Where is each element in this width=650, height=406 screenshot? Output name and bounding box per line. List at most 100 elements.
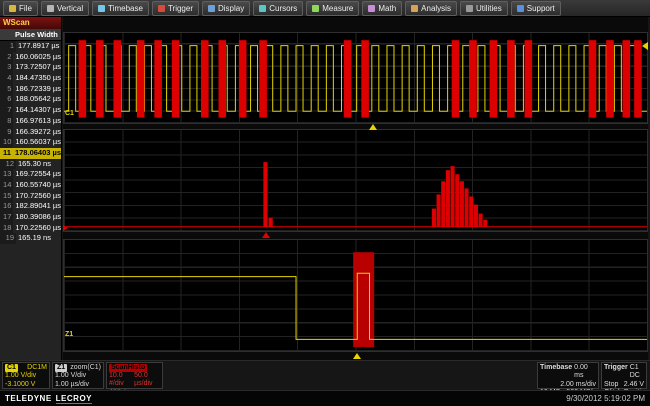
menu-utilities[interactable]: Utilities — [460, 1, 508, 16]
pulse-width-value: 160.55740 µs — [13, 180, 61, 191]
row-index: 3 — [0, 62, 13, 73]
menu-file[interactable]: File — [3, 1, 38, 16]
menu-measure[interactable]: Measure — [306, 1, 359, 16]
pulse-width-value: 177.8917 µs — [16, 41, 61, 52]
pulse-width-value: 164.14307 µs — [13, 105, 61, 116]
scan-histogram-grid[interactable] — [63, 129, 648, 232]
z1-trace-label[interactable]: Z1 — [65, 331, 73, 339]
row-index: 14 — [0, 180, 13, 191]
analysis-icon — [411, 5, 418, 12]
row-index: 18 — [0, 223, 13, 234]
scan-ydiv: 10.0 #/div — [109, 372, 132, 389]
pulse-width-row[interactable]: 17180.39086 µs — [0, 212, 61, 223]
pulse-width-row[interactable]: 19165.19 ns — [0, 233, 61, 244]
row-index: 11 — [0, 148, 13, 159]
pulse-width-row[interactable]: 6188.05642 µs — [0, 94, 61, 105]
menu-display[interactable]: Display — [202, 1, 250, 16]
timebase-label: Timebase — [540, 364, 572, 381]
c1-trace-label[interactable]: C1 — [65, 110, 74, 118]
support-icon — [517, 5, 524, 12]
trigger-time-marker-top[interactable] — [369, 124, 377, 130]
trigger-time-marker-zoom[interactable] — [353, 353, 361, 359]
c1-descriptor[interactable]: C1 DC1M 1.00 V/div -3.1000 V — [2, 362, 50, 389]
trigger-level: 2.46 V — [624, 381, 644, 389]
z1-vdiv: 1.00 V/div — [55, 372, 86, 380]
pulse-width-row[interactable]: 5186.72339 µs — [0, 84, 61, 95]
pulse-width-row[interactable]: 14160.55740 µs — [0, 180, 61, 191]
pulse-width-row[interactable]: 4184.47350 µs — [0, 73, 61, 84]
row-index: 13 — [0, 169, 13, 180]
row-index: 17 — [0, 212, 13, 223]
pulse-width-row[interactable]: 11178.06403 µs — [0, 148, 61, 159]
menu-trigger[interactable]: Trigger — [152, 1, 199, 16]
pulse-width-row[interactable]: 1177.8917 µs — [0, 41, 61, 52]
timebase-tdiv: 2.00 ms/div — [560, 381, 596, 389]
math-icon — [368, 5, 375, 12]
c1-chip: C1 — [5, 364, 18, 372]
pulse-width-value: 170.72560 µs — [13, 191, 61, 202]
c1-grid[interactable] — [63, 32, 648, 124]
pulse-width-row[interactable]: 9166.39272 µs — [0, 127, 61, 138]
pulse-width-row[interactable]: 18170.22560 µs — [0, 223, 61, 234]
trigger-level-marker[interactable] — [642, 42, 648, 50]
pulse-width-value: 169.72554 µs — [13, 169, 61, 180]
datetime: 9/30/2012 5:19:02 PM — [566, 394, 645, 403]
histogram-peak-marker[interactable] — [262, 232, 270, 238]
pulse-width-value: 188.05642 µs — [13, 94, 61, 105]
row-index: 7 — [0, 105, 13, 116]
z1-descriptor[interactable]: Z1 zoom(C1) 1.00 V/div 1.00 µs/div — [52, 362, 104, 389]
pulse-width-value: 182.89041 µs — [13, 201, 61, 212]
pulse-width-value: 166.97613 µs — [13, 116, 61, 127]
menu-math[interactable]: Math — [362, 1, 402, 16]
pulse-width-row[interactable]: 2160.06025 µs — [0, 52, 61, 63]
wavescan-sidebar: WScan Pulse Width 1177.8917 µs2160.06025… — [0, 17, 62, 360]
waveform-area: C1 Z1 — [63, 17, 648, 360]
pulse-width-row[interactable]: 10160.56037 µs — [0, 137, 61, 148]
menu-label: Display — [218, 4, 244, 13]
z1-tdiv: 1.00 µs/div — [55, 381, 89, 389]
c1-coupling: DC1M — [27, 364, 47, 372]
z1-source: zoom(C1) — [70, 364, 101, 372]
histogram-trace-marker[interactable] — [63, 225, 68, 231]
row-index: 4 — [0, 73, 13, 84]
statusbar: TELEDYNE LECROY 9/30/2012 5:19:02 PM — [0, 390, 650, 406]
pulse-width-value: 178.06403 µs — [13, 148, 61, 159]
zoom-grid[interactable] — [63, 239, 648, 352]
pulse-width-row[interactable]: 15170.72560 µs — [0, 191, 61, 202]
c1-waveform — [64, 33, 647, 123]
row-index: 8 — [0, 116, 13, 127]
pulse-width-row[interactable]: 3173.72507 µs — [0, 62, 61, 73]
pulse-width-row[interactable]: 12165.30 ns — [0, 159, 61, 170]
menu-cursors[interactable]: Cursors — [253, 1, 303, 16]
wavescan-descriptor[interactable]: ScanHisto 10.0 #/div 50.0 µs/div 437 # — [106, 362, 163, 389]
pulse-width-value: 186.72339 µs — [13, 84, 61, 95]
pulse-width-value: 180.39086 µs — [13, 212, 61, 223]
menu-label: Analysis — [421, 4, 451, 13]
timebase-descriptor[interactable]: Timebase 0.00 ms 2.00 ms/div 10 MS 500 M… — [537, 362, 599, 389]
menu-label: Support — [527, 4, 555, 13]
pulse-width-column-header: Pulse Width — [0, 29, 61, 41]
menu-label: File — [19, 4, 32, 13]
wavescan-tab[interactable]: WScan — [0, 17, 61, 29]
pulse-width-row[interactable]: 16182.89041 µs — [0, 201, 61, 212]
brand-lecroy: LECROY — [56, 394, 92, 404]
pulse-width-row[interactable]: 8166.97613 µs — [0, 116, 61, 127]
row-index: 19 — [0, 233, 16, 244]
z1-chip: Z1 — [55, 364, 67, 372]
pulse-width-value: 173.72507 µs — [13, 62, 61, 73]
pulse-width-value: 166.39272 µs — [13, 127, 61, 138]
pulse-width-row[interactable]: 13169.72554 µs — [0, 169, 61, 180]
file-icon — [9, 5, 16, 12]
menu-support[interactable]: Support — [511, 1, 561, 16]
menu-vertical[interactable]: Vertical — [41, 1, 89, 16]
trigger-icon — [158, 5, 165, 12]
menu-analysis[interactable]: Analysis — [405, 1, 457, 16]
pulse-width-value: 160.56037 µs — [13, 137, 61, 148]
utilities-icon — [466, 5, 473, 12]
trigger-descriptor[interactable]: Trigger C1 DC Stop 2.46 V Glitch Positiv… — [601, 362, 647, 389]
menu-label: Cursors — [269, 4, 297, 13]
menu-timebase[interactable]: Timebase — [92, 1, 149, 16]
row-index: 10 — [0, 137, 13, 148]
menu-label: Math — [378, 4, 396, 13]
pulse-width-row[interactable]: 7164.14307 µs — [0, 105, 61, 116]
